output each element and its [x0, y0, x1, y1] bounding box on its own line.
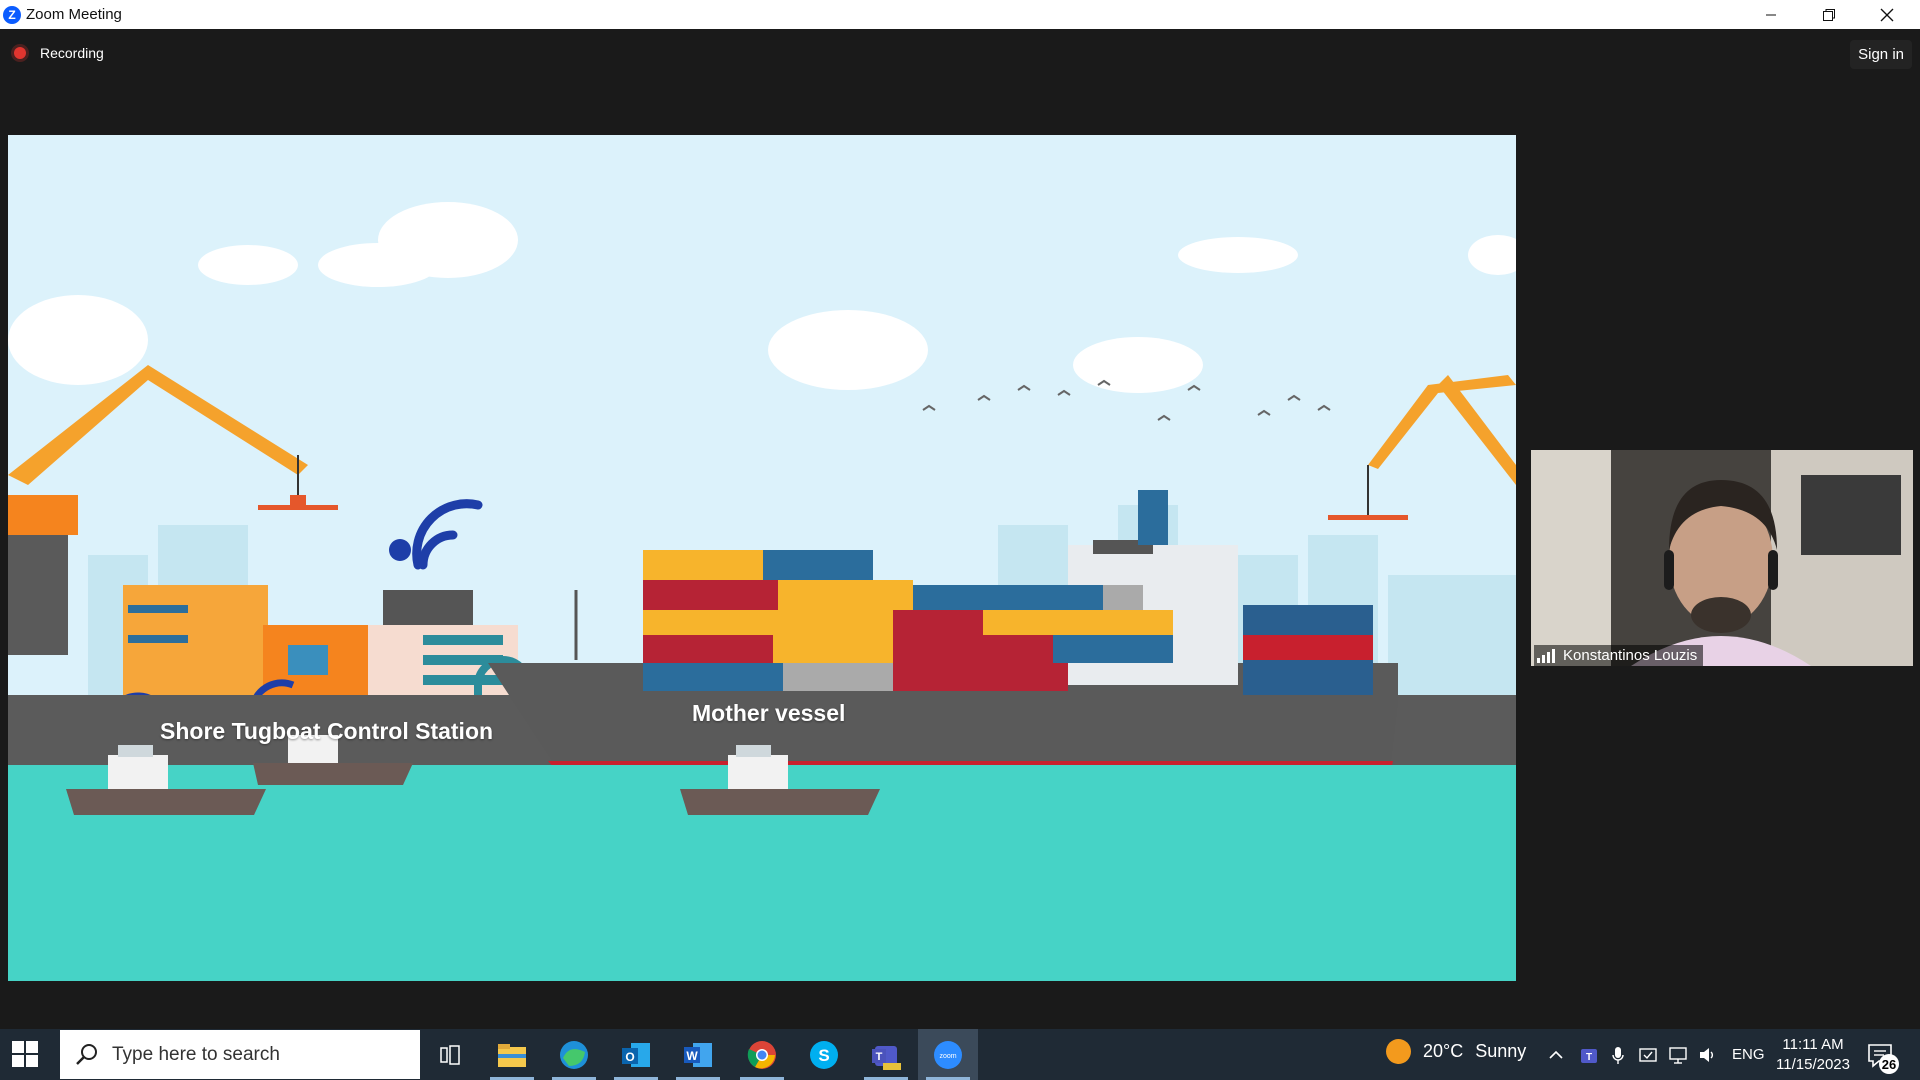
window-title: Zoom Meeting	[26, 6, 122, 23]
microphone-icon[interactable]	[1610, 1029, 1626, 1080]
file-explorer-icon[interactable]	[482, 1029, 542, 1080]
chrome-icon[interactable]	[732, 1029, 792, 1080]
minimize-icon	[1766, 14, 1776, 15]
close-icon	[1880, 8, 1894, 21]
taskbar-search-box[interactable]: Type here to search	[60, 1030, 420, 1079]
sunny-icon	[1386, 1039, 1411, 1064]
recording-label: Recording	[40, 45, 104, 61]
edge-icon[interactable]	[544, 1029, 604, 1080]
recording-indicator[interactable]: Recording	[14, 45, 104, 61]
port-illustration	[8, 135, 1516, 981]
minimize-button[interactable]	[1742, 0, 1800, 29]
restore-icon	[1823, 8, 1835, 21]
shared-screen: Shore Tugboat Control Station Mother ves…	[8, 135, 1516, 981]
shore-station-label: Shore Tugboat Control Station	[160, 718, 494, 744]
word-icon[interactable]: W	[668, 1029, 728, 1080]
recording-dot-icon	[14, 47, 26, 59]
windows-start-icon[interactable]	[12, 1041, 38, 1067]
restore-button[interactable]	[1800, 0, 1858, 29]
zoom-logo-icon: Z	[3, 5, 21, 24]
svg-text:S: S	[818, 1046, 829, 1065]
connection-signal-icon	[1537, 648, 1557, 663]
mother-vessel-label: Mother vessel	[692, 700, 846, 726]
language-indicator[interactable]: ENG	[1732, 1029, 1765, 1080]
taskbar: Type here to search O W S T zoom 20°C Su…	[0, 1029, 1920, 1080]
clock[interactable]: 11:11 AM 11/15/2023	[1770, 1035, 1856, 1075]
clock-time: 11:11 AM	[1782, 1036, 1844, 1053]
network-icon[interactable]	[1668, 1029, 1688, 1080]
svg-text:zoom: zoom	[939, 1053, 956, 1060]
participant-name: Konstantinos Louzis	[1563, 647, 1698, 664]
security-icon[interactable]	[1638, 1029, 1658, 1080]
outlook-icon[interactable]: O	[606, 1029, 666, 1080]
sign-in-button[interactable]: Sign in	[1850, 40, 1912, 69]
svg-text:W: W	[686, 1049, 698, 1063]
weather-condition: Sunny	[1475, 1041, 1527, 1061]
meeting-area: Recording Sign in Shore Tugboat Control …	[0, 29, 1920, 1028]
participant-name-tag: Konstantinos Louzis	[1534, 645, 1704, 666]
task-view-icon[interactable]	[420, 1029, 480, 1080]
participant-video-feed	[1531, 450, 1913, 666]
title-bar: Z Zoom Meeting	[0, 0, 1920, 29]
zoom-icon[interactable]: zoom	[918, 1029, 978, 1080]
search-placeholder: Type here to search	[112, 1043, 280, 1065]
weather-widget[interactable]: 20°C Sunny	[1386, 1039, 1526, 1064]
search-icon	[76, 1043, 97, 1065]
volume-icon[interactable]	[1698, 1029, 1718, 1080]
svg-text:O: O	[625, 1050, 634, 1064]
svg-text:T: T	[1586, 1052, 1592, 1063]
weather-temp: 20°C	[1423, 1041, 1464, 1061]
participant-video[interactable]: Konstantinos Louzis	[1531, 450, 1913, 666]
svg-text:T: T	[876, 1051, 883, 1063]
teams-icon[interactable]: T	[856, 1029, 916, 1080]
wifi-dot	[389, 539, 411, 561]
close-button[interactable]	[1858, 0, 1916, 29]
notification-count-badge: 26	[1879, 1054, 1899, 1074]
clock-date: 11/15/2023	[1776, 1056, 1850, 1073]
teams-tray-icon[interactable]: T	[1579, 1029, 1599, 1080]
skype-icon[interactable]: S	[794, 1029, 854, 1080]
show-hidden-icons-chevron-up-icon[interactable]	[1548, 1029, 1564, 1080]
